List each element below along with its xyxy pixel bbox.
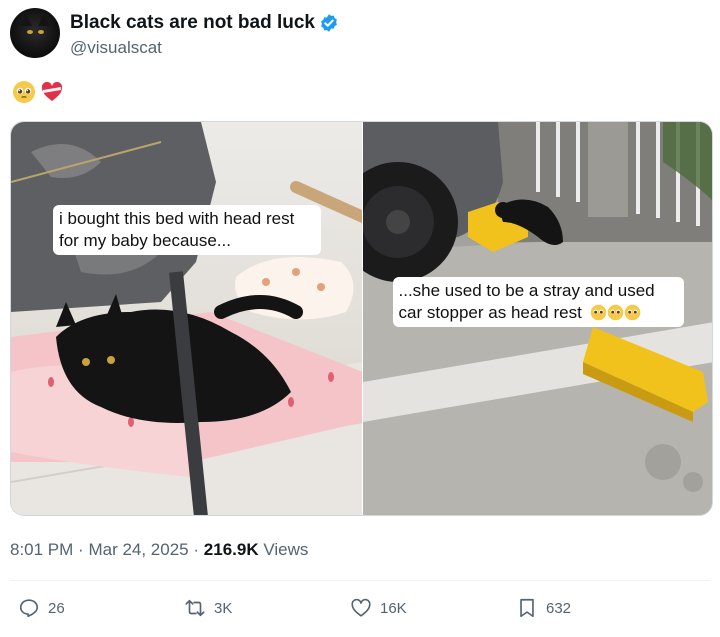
avatar-ear bbox=[38, 14, 50, 26]
reply-button[interactable]: 26 bbox=[18, 597, 65, 619]
bookmark-icon bbox=[520, 598, 534, 618]
like-button[interactable]: 16K bbox=[350, 597, 407, 619]
repost-count: 3K bbox=[214, 599, 233, 617]
tweet-header: Black cats are not bad luck @visualscat bbox=[10, 8, 339, 58]
media-image-car-stopper[interactable]: ...she used to be a stray and used car s… bbox=[362, 122, 712, 515]
divider bbox=[10, 580, 710, 581]
repost-button[interactable]: 3K bbox=[184, 597, 232, 619]
meta-separator: · bbox=[193, 540, 200, 559]
bookmark-button[interactable]: 632 bbox=[516, 597, 571, 619]
media-caption-left: i bought this bed with head rest for my … bbox=[53, 205, 321, 255]
tweet-actions: 26 3K 16K 632 bbox=[18, 597, 618, 625]
avatar-ear bbox=[20, 14, 32, 26]
cat-bed-illustration bbox=[11, 122, 362, 515]
pleading-face-emoji bbox=[624, 304, 640, 321]
views-label: Views bbox=[263, 540, 309, 559]
reply-count: 26 bbox=[48, 599, 65, 617]
author-display-name[interactable]: Black cats are not bad luck bbox=[70, 11, 315, 35]
avatar[interactable] bbox=[10, 8, 60, 58]
views-count: 216.9K bbox=[203, 540, 259, 559]
pleading-face-emoji bbox=[13, 81, 35, 103]
tweet-text bbox=[12, 80, 64, 104]
author-display-name-row[interactable]: Black cats are not bad luck bbox=[70, 11, 339, 35]
heart-icon bbox=[351, 598, 371, 617]
pleading-face-emoji bbox=[590, 304, 606, 321]
avatar-eye bbox=[38, 30, 44, 34]
reply-icon bbox=[19, 599, 39, 618]
media-caption-right: ...she used to be a stray and used car s… bbox=[392, 277, 684, 327]
bookmark-count: 632 bbox=[546, 599, 572, 617]
meta-separator: · bbox=[78, 540, 84, 559]
tweet-media[interactable]: i bought this bed with head rest for my … bbox=[10, 121, 713, 516]
pleading-face-emoji bbox=[607, 304, 623, 321]
avatar-eye bbox=[27, 30, 33, 34]
author-names: Black cats are not bad luck @visualscat bbox=[70, 11, 339, 58]
post-date[interactable]: Mar 24, 2025 bbox=[88, 540, 188, 559]
like-count: 16K bbox=[380, 599, 407, 617]
verified-badge-icon bbox=[321, 14, 337, 32]
author-handle[interactable]: @visualscat bbox=[70, 38, 339, 58]
tweet-meta: 8:01 PM · Mar 24, 2025 · 216.9K Views bbox=[10, 540, 308, 560]
repost-icon bbox=[185, 599, 205, 617]
post-time[interactable]: 8:01 PM bbox=[10, 540, 73, 559]
heart-with-ribbon-emoji bbox=[41, 81, 63, 101]
media-image-cat-bed[interactable]: i bought this bed with head rest for my … bbox=[11, 122, 362, 515]
